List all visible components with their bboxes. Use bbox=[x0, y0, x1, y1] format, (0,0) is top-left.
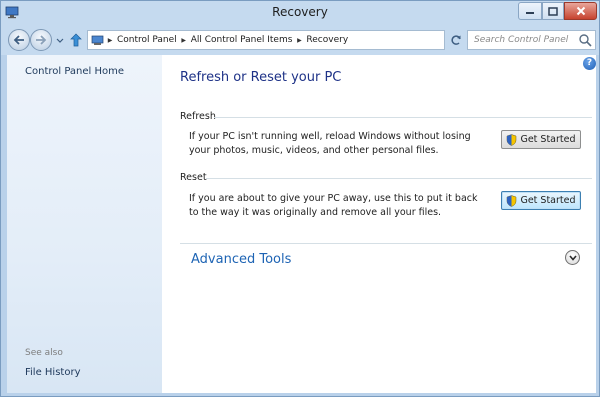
recent-locations-icon[interactable] bbox=[56, 38, 64, 44]
uac-shield-icon bbox=[507, 194, 517, 207]
chevron-down-icon bbox=[568, 254, 577, 261]
page-title: Refresh or Reset your PC bbox=[180, 70, 342, 85]
refresh-icon bbox=[451, 35, 461, 45]
forward-button[interactable] bbox=[30, 29, 52, 51]
advanced-tools-divider bbox=[180, 243, 592, 244]
up-arrow-icon bbox=[70, 33, 82, 47]
breadcrumb-separator[interactable]: ▶ bbox=[179, 37, 189, 44]
refresh-button-label: Get Started bbox=[520, 134, 576, 145]
search-placeholder: Search Control Panel bbox=[474, 35, 569, 45]
reset-heading: Reset bbox=[180, 172, 207, 183]
expand-advanced-tools-button[interactable] bbox=[565, 250, 580, 265]
main-content: ? Refresh or Reset your PC Refresh If yo… bbox=[162, 55, 596, 393]
back-button[interactable] bbox=[8, 29, 30, 51]
reset-button-label: Get Started bbox=[520, 195, 576, 206]
title-bar[interactable]: Recovery bbox=[1, 1, 599, 25]
refresh-heading: Refresh bbox=[180, 111, 216, 122]
address-field[interactable]: ▶ Control Panel ▶ All Control Panel Item… bbox=[87, 30, 519, 50]
breadcrumb-separator[interactable]: ▶ bbox=[105, 37, 115, 44]
see-also-label: See also bbox=[25, 348, 63, 358]
minimize-button[interactable] bbox=[518, 2, 542, 20]
window-title: Recovery bbox=[272, 5, 328, 19]
recovery-window: Recovery ▶ Control Panel ▶ All Control P… bbox=[0, 0, 600, 397]
breadcrumb-control-panel[interactable]: Control Panel bbox=[115, 35, 179, 45]
reset-get-started-button[interactable]: Get Started bbox=[501, 191, 581, 210]
close-button[interactable] bbox=[564, 2, 597, 20]
refresh-description: If your PC isn't running well, reload Wi… bbox=[189, 131, 471, 156]
control-panel-home-link[interactable]: Control Panel Home bbox=[25, 66, 124, 77]
advanced-tools-heading[interactable]: Advanced Tools bbox=[191, 252, 291, 267]
reset-description: If you are about to give your PC away, u… bbox=[189, 193, 478, 218]
refresh-divider bbox=[214, 117, 592, 118]
search-icon[interactable] bbox=[578, 33, 592, 47]
refresh-button[interactable] bbox=[448, 31, 464, 49]
close-icon bbox=[576, 6, 585, 16]
up-button[interactable] bbox=[69, 33, 83, 47]
back-arrow-icon bbox=[13, 35, 24, 45]
breadcrumb-all-items[interactable]: All Control Panel Items bbox=[189, 35, 295, 45]
minimize-icon bbox=[526, 12, 534, 14]
control-panel-icon bbox=[91, 35, 104, 45]
help-icon[interactable]: ? bbox=[583, 57, 596, 70]
uac-shield-icon bbox=[507, 133, 517, 146]
search-input[interactable]: Search Control Panel bbox=[467, 30, 596, 50]
refresh-get-started-button[interactable]: Get Started bbox=[501, 130, 581, 149]
maximize-button[interactable] bbox=[542, 2, 564, 20]
breadcrumb-recovery[interactable]: Recovery bbox=[304, 35, 350, 45]
sidebar: Control Panel Home See also File History bbox=[7, 55, 162, 393]
file-history-link[interactable]: File History bbox=[25, 367, 81, 378]
address-bar: ▶ Control Panel ▶ All Control Panel Item… bbox=[1, 25, 599, 55]
reset-divider bbox=[206, 178, 592, 179]
breadcrumb-separator[interactable]: ▶ bbox=[294, 37, 304, 44]
maximize-icon bbox=[548, 6, 558, 16]
forward-arrow-icon bbox=[36, 35, 47, 45]
